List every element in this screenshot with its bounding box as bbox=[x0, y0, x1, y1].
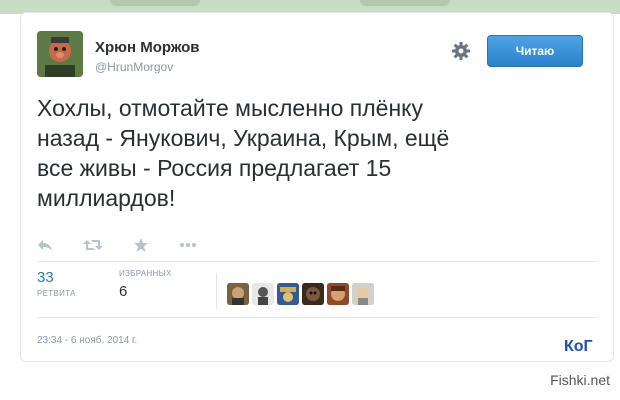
favoriters-avatars bbox=[227, 283, 374, 305]
tweet-text: Хохлы, отмотайте мысленно плёнку назад -… bbox=[37, 95, 450, 211]
avatar[interactable] bbox=[227, 283, 249, 305]
divider-top bbox=[37, 261, 597, 262]
retweet-icon[interactable] bbox=[83, 238, 103, 252]
avatar[interactable] bbox=[302, 283, 324, 305]
more-icon[interactable] bbox=[179, 242, 197, 248]
gear-icon[interactable] bbox=[451, 41, 471, 61]
avatar[interactable] bbox=[352, 283, 374, 305]
stats-separator bbox=[216, 273, 217, 309]
favorites-label: ИЗБРАННЫХ bbox=[119, 269, 172, 278]
tweet-timestamp[interactable]: 23:34 - 6 нояб. 2014 г. bbox=[37, 335, 137, 346]
favorites-count[interactable]: 6 bbox=[119, 283, 127, 300]
divider-bottom bbox=[37, 317, 597, 318]
avatar[interactable] bbox=[252, 283, 274, 305]
tweet-card: Хрюн Моржов @HrunMorgov Читаю Хохлы, отм… bbox=[20, 12, 614, 362]
user-handle[interactable]: @HrunMorgov bbox=[95, 60, 173, 74]
retweets-count[interactable]: 33 bbox=[37, 269, 54, 286]
avatar[interactable] bbox=[37, 31, 83, 77]
follow-button[interactable]: Читаю bbox=[487, 35, 583, 67]
tweet-actions bbox=[37, 235, 197, 255]
site-watermark: Fishki.net bbox=[550, 372, 610, 388]
retweets-label: РЕТВИТА bbox=[37, 289, 76, 298]
star-icon[interactable] bbox=[133, 237, 149, 253]
reply-icon[interactable] bbox=[37, 238, 53, 252]
user-name[interactable]: Хрюн Моржов bbox=[95, 39, 199, 56]
avatar[interactable] bbox=[277, 283, 299, 305]
avatar[interactable] bbox=[327, 283, 349, 305]
signature-watermark: КоГ bbox=[564, 338, 593, 355]
